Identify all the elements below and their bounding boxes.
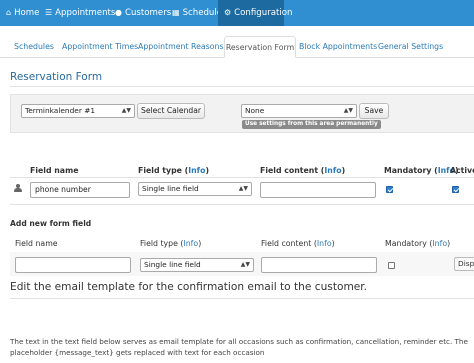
nav-home[interactable]: ⌂ Home [6, 0, 39, 26]
email-template-title: Edit the email template for the confirma… [10, 281, 368, 293]
tab-block-appointments[interactable]: Block Appointments [299, 36, 377, 58]
save-button[interactable]: Save [359, 103, 389, 119]
new-field-content-info-link[interactable]: Info [317, 239, 332, 248]
header-active: Active [450, 166, 474, 175]
active-checkbox[interactable] [452, 186, 459, 193]
nav-customers-label: Customers [124, 8, 172, 18]
header-paren-close: ) [447, 239, 451, 248]
header-field-name: Field name [30, 166, 79, 175]
use-permanently-badge[interactable]: Use settings from this area permanently [242, 120, 381, 129]
new-field-type-select[interactable]: Single line field ▲▼ [140, 258, 254, 272]
nav-appointments-label: Appointments [55, 8, 116, 18]
header-paren-close: ) [331, 239, 335, 248]
field-content-input[interactable] [260, 182, 376, 198]
calendar-select-value: Terminkalender #1 [25, 106, 96, 115]
field-type-value: Single line field [142, 184, 199, 193]
new-header-field-name: Field name [15, 239, 58, 248]
field-name-input[interactable]: phone number [30, 182, 130, 198]
chevron-updown-icon: ▲▼ [238, 185, 248, 192]
display-button[interactable]: Disp [454, 257, 474, 271]
header-field-type-label: Field type [138, 166, 182, 175]
tab-general-settings[interactable]: General Settings [378, 36, 443, 58]
add-field-title: Add new form field [10, 219, 92, 228]
header-field-content-label: Field content [260, 166, 319, 175]
calendar-icon: ▦ [172, 8, 180, 17]
tab-appointment-reasons[interactable]: Appointment Reasons [138, 36, 224, 58]
new-field-type-info-link[interactable]: Info [183, 239, 198, 248]
settings-select-value: None [245, 106, 265, 115]
new-field-name-input[interactable] [15, 257, 131, 273]
header-paren-close: ) [341, 166, 346, 175]
new-mandatory-checkbox[interactable] [388, 262, 395, 269]
new-header-field-content-label: Field content [261, 239, 312, 248]
new-header-field-content: Field content (Info) [261, 239, 335, 248]
select-calendar-button[interactable]: Select Calendar [137, 103, 205, 119]
header-mandatory-label: Mandatory [384, 166, 432, 175]
chevron-updown-icon: ▲▼ [121, 107, 131, 114]
new-field-content-input[interactable] [261, 257, 377, 273]
nav-configuration[interactable]: ⚙ Configuration [218, 0, 292, 26]
user-icon: ● [115, 8, 122, 17]
new-header-field-type-label: Field type [140, 239, 178, 248]
settings-select[interactable]: None ▲▼ [241, 104, 357, 118]
header-field-type: Field type (Info) [138, 166, 209, 175]
top-navbar: ⌂ Home ☰ Appointments ● Customers ▦ Schedule… [0, 0, 474, 26]
field-type-select[interactable]: Single line field ▲▼ [138, 182, 252, 196]
calendar-select[interactable]: Terminkalender #1 ▲▼ [21, 104, 135, 118]
divider [10, 204, 474, 205]
nav-appointments[interactable]: ☰ Appointments [45, 0, 115, 26]
tab-reservation-form[interactable]: Reservation Form [224, 36, 296, 58]
config-tabs: Schedules Appointment Times Appointment … [0, 36, 474, 58]
new-header-mandatory-label: Mandatory [385, 239, 427, 248]
new-header-mandatory: Mandatory (Info) [385, 239, 450, 248]
new-header-field-type: Field type (Info) [140, 239, 201, 248]
header-field-content: Field content (Info) [260, 166, 345, 175]
nav-schedule[interactable]: ▦ Schedule [172, 0, 222, 26]
field-type-info-link[interactable]: Info [188, 166, 205, 175]
nav-schedule-label: Schedule [182, 8, 223, 18]
chevron-updown-icon: ▲▼ [240, 261, 250, 268]
tab-appointment-times[interactable]: Appointment Times [62, 36, 138, 58]
gear-icon: ⚙ [224, 8, 232, 17]
nav-configuration-label: Configuration [234, 8, 293, 18]
nav-customers[interactable]: ● Customers [115, 0, 171, 26]
page-title: Reservation Form [10, 71, 103, 83]
nav-home-label: Home [14, 8, 40, 18]
header-paren-close: ) [198, 239, 202, 248]
divider [10, 86, 474, 87]
mandatory-checkbox[interactable] [386, 186, 393, 193]
tab-schedules[interactable]: Schedules [11, 36, 57, 58]
new-field-type-value: Single line field [144, 260, 201, 269]
new-mandatory-info-link[interactable]: Info [432, 239, 447, 248]
header-paren-close: ) [205, 166, 210, 175]
divider [10, 298, 474, 299]
calendar-panel: Terminkalender #1 ▲▼ Select Calendar Non… [10, 94, 474, 133]
email-template-description: The text in the text field below serves … [10, 337, 468, 357]
field-content-info-link[interactable]: Info [324, 166, 341, 175]
home-icon: ⌂ [6, 8, 12, 17]
divider [10, 177, 474, 178]
list-icon: ☰ [45, 8, 53, 17]
header-mandatory: Mandatory (Info) [384, 166, 459, 175]
drag-handle-icon[interactable] [14, 184, 22, 193]
chevron-updown-icon: ▲▼ [343, 107, 353, 114]
